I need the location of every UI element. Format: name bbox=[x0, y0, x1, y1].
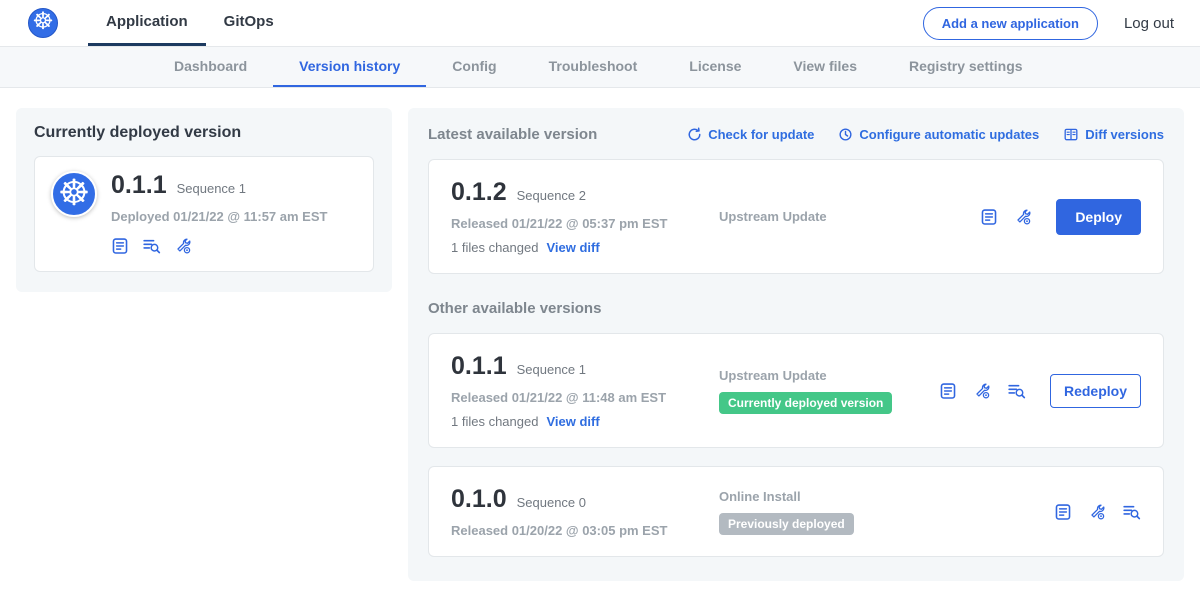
configure-automatic-updates-label: Configure automatic updates bbox=[859, 127, 1039, 142]
released-timestamp: Released 01/21/22 @ 11:48 am EST bbox=[451, 390, 701, 405]
version-source: Upstream Update bbox=[701, 209, 980, 224]
currently-deployed-card: Currently deployed version ☸ 0.1.1 Seque… bbox=[16, 108, 392, 292]
deployed-version-card: ☸ 0.1.1 Sequence 1 Deployed 01/21/22 @ 1… bbox=[34, 156, 374, 272]
refresh-icon bbox=[687, 127, 702, 142]
version-actions: Redeploy bbox=[939, 374, 1141, 408]
release-notes-icon[interactable] bbox=[1054, 503, 1072, 521]
version-row-0-1-1: 0.1.1 Sequence 1 Released 01/21/22 @ 11:… bbox=[428, 333, 1164, 448]
other-versions-title: Other available versions bbox=[428, 300, 1164, 317]
deploy-logs-icon[interactable] bbox=[1007, 382, 1026, 400]
edit-config-icon[interactable] bbox=[1014, 208, 1032, 226]
helm-wheel-glyph: ☸ bbox=[32, 10, 54, 34]
version-number: 0.1.2 bbox=[451, 178, 507, 207]
version-actions: Deploy bbox=[980, 199, 1141, 235]
deploy-logs-icon[interactable] bbox=[1122, 503, 1141, 521]
sequence-label: Sequence 2 bbox=[517, 188, 586, 203]
top-tabs: Application GitOps bbox=[88, 0, 292, 46]
logout-link[interactable]: Log out bbox=[1124, 15, 1174, 32]
edit-config-icon[interactable] bbox=[174, 237, 192, 255]
files-changed-label: 1 files changed bbox=[451, 414, 538, 429]
release-notes-icon[interactable] bbox=[939, 382, 957, 400]
schedule-clock-icon bbox=[838, 127, 853, 142]
subnav-dashboard[interactable]: Dashboard bbox=[148, 47, 273, 87]
version-info: 0.1.2 Sequence 2 Released 01/21/22 @ 05:… bbox=[451, 178, 701, 255]
tab-application[interactable]: Application bbox=[88, 0, 206, 46]
diff-icon bbox=[1063, 127, 1079, 142]
release-notes-icon[interactable] bbox=[980, 208, 998, 226]
version-row-0-1-2: 0.1.2 Sequence 2 Released 01/21/22 @ 05:… bbox=[428, 159, 1164, 274]
add-application-button[interactable]: Add a new application bbox=[923, 7, 1098, 40]
subnav-config[interactable]: Config bbox=[426, 47, 522, 87]
version-source: Online Install Previously deployed bbox=[701, 489, 1054, 535]
version-row-0-1-0: 0.1.0 Sequence 0 Released 01/20/22 @ 03:… bbox=[428, 466, 1164, 557]
version-actions bbox=[1054, 503, 1141, 521]
subnav-registry-settings[interactable]: Registry settings bbox=[883, 47, 1049, 87]
files-changed-label: 1 files changed bbox=[451, 240, 538, 255]
version-history-panel: Latest available version Check for updat… bbox=[408, 108, 1184, 581]
latest-version-title: Latest available version bbox=[428, 126, 597, 143]
tab-application-label: Application bbox=[106, 13, 188, 30]
version-source: Upstream Update Currently deployed versi… bbox=[701, 368, 939, 414]
view-diff-link[interactable]: View diff bbox=[546, 414, 599, 429]
check-for-update-link[interactable]: Check for update bbox=[687, 127, 814, 142]
sequence-label: Sequence 0 bbox=[517, 495, 586, 510]
released-timestamp: Released 01/20/22 @ 03:05 pm EST bbox=[451, 523, 701, 538]
subnav-version-history[interactable]: Version history bbox=[273, 47, 426, 87]
source-label: Upstream Update bbox=[719, 368, 939, 383]
released-timestamp: Released 01/21/22 @ 05:37 pm EST bbox=[451, 216, 701, 231]
top-header: ☸ Application GitOps Add a new applicati… bbox=[0, 0, 1200, 47]
redeploy-button[interactable]: Redeploy bbox=[1050, 374, 1141, 408]
diff-versions-label: Diff versions bbox=[1085, 127, 1164, 142]
deploy-logs-icon[interactable] bbox=[142, 237, 161, 255]
deployed-timestamp: Deployed 01/21/22 @ 11:57 am EST bbox=[111, 209, 327, 224]
panel-header: Latest available version Check for updat… bbox=[428, 126, 1164, 143]
tab-gitops[interactable]: GitOps bbox=[206, 0, 292, 46]
version-info: 0.1.0 Sequence 0 Released 01/20/22 @ 03:… bbox=[451, 485, 701, 538]
previously-deployed-badge: Previously deployed bbox=[719, 513, 854, 535]
view-diff-link[interactable]: View diff bbox=[546, 240, 599, 255]
source-label: Upstream Update bbox=[719, 209, 980, 224]
sequence-label: Sequence 1 bbox=[517, 362, 586, 377]
helm-wheel-glyph: ☸ bbox=[58, 175, 90, 211]
subnav-troubleshoot[interactable]: Troubleshoot bbox=[523, 47, 664, 87]
diff-versions-link[interactable]: Diff versions bbox=[1063, 127, 1164, 142]
version-number: 0.1.1 bbox=[451, 352, 507, 381]
kubernetes-logo-icon: ☸ bbox=[28, 8, 58, 38]
deployed-card-title: Currently deployed version bbox=[34, 124, 374, 142]
subnav-view-files[interactable]: View files bbox=[767, 47, 883, 87]
configure-automatic-updates-link[interactable]: Configure automatic updates bbox=[838, 127, 1039, 142]
version-number: 0.1.0 bbox=[451, 485, 507, 514]
release-notes-icon[interactable] bbox=[111, 237, 129, 255]
app-subnav: Dashboard Version history Config Trouble… bbox=[0, 47, 1200, 88]
source-label: Online Install bbox=[719, 489, 1054, 504]
deployed-actions bbox=[111, 237, 327, 255]
main-content: Currently deployed version ☸ 0.1.1 Seque… bbox=[0, 88, 1200, 601]
check-for-update-label: Check for update bbox=[708, 127, 814, 142]
deployed-version-number: 0.1.1 bbox=[111, 171, 167, 200]
currently-deployed-badge: Currently deployed version bbox=[719, 392, 892, 414]
deployed-version-meta: 0.1.1 Sequence 1 Deployed 01/21/22 @ 11:… bbox=[111, 171, 327, 255]
tab-gitops-label: GitOps bbox=[224, 13, 274, 30]
deployed-sequence-label: Sequence 1 bbox=[177, 181, 246, 196]
edit-config-icon[interactable] bbox=[1088, 503, 1106, 521]
deployed-app-logo-icon: ☸ bbox=[51, 171, 97, 217]
version-info: 0.1.1 Sequence 1 Released 01/21/22 @ 11:… bbox=[451, 352, 701, 429]
edit-config-icon[interactable] bbox=[973, 382, 991, 400]
deploy-button[interactable]: Deploy bbox=[1056, 199, 1141, 235]
subnav-license[interactable]: License bbox=[663, 47, 767, 87]
panel-actions: Check for update Configure automatic upd… bbox=[687, 127, 1164, 142]
